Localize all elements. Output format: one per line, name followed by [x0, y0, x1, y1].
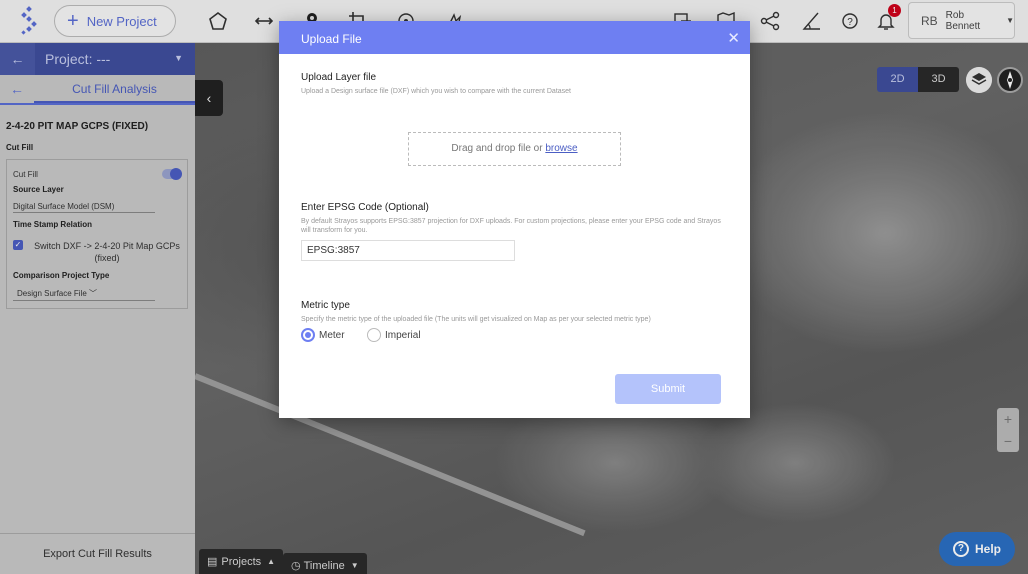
modal-header: Upload File ✕ [279, 21, 750, 54]
metric-desc: Specify the metric type of the uploaded … [301, 316, 651, 323]
upload-file-modal: Upload File ✕ Upload Layer file Upload a… [279, 21, 750, 418]
epsg-desc: By default Strayos supports EPSG:3857 pr… [301, 218, 721, 234]
close-icon[interactable]: ✕ [727, 29, 740, 47]
submit-button[interactable]: Submit [615, 374, 721, 404]
metric-radio-imperial[interactable]: Imperial [367, 328, 421, 342]
radio-empty-icon [367, 328, 381, 342]
metric-option-imperial: Imperial [385, 329, 421, 341]
file-dropzone[interactable]: Drag and drop file or browse [408, 132, 621, 166]
modal-title: Upload File [301, 32, 362, 46]
upload-layer-title: Upload Layer file [301, 72, 377, 83]
metric-title: Metric type [301, 300, 350, 311]
radio-selected-icon [301, 328, 315, 342]
upload-layer-desc: Upload a Design surface file (DXF) which… [301, 88, 572, 95]
dropzone-text: Drag and drop file or [451, 143, 546, 154]
metric-radio-meter[interactable]: Meter [301, 328, 345, 342]
browse-link[interactable]: browse [545, 143, 577, 154]
epsg-title: Enter EPSG Code (Optional) [301, 202, 429, 213]
metric-option-meter: Meter [319, 329, 345, 341]
epsg-input[interactable] [301, 240, 515, 261]
